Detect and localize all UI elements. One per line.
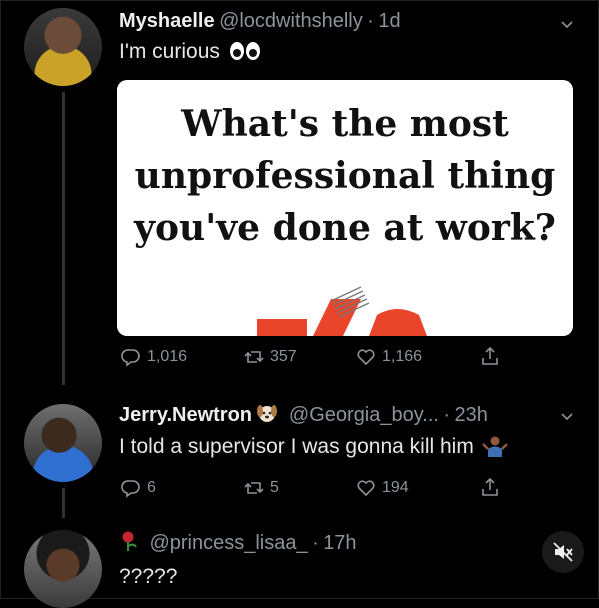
tweet2-header: Jerry.Newtron @Georgia_boy... · 23h <box>119 403 488 427</box>
like-button[interactable]: 194 <box>356 478 409 498</box>
tweet-text: I'm curious <box>119 40 220 63</box>
logo-graphic <box>257 286 427 336</box>
rose-emoji-icon <box>122 531 137 551</box>
username[interactable]: @Georgia_boy... <box>289 404 439 426</box>
chevron-down-icon[interactable] <box>560 18 574 32</box>
card-title: What's the most unprofessional thing you… <box>117 98 573 254</box>
thread-line <box>62 488 65 518</box>
separator: · <box>443 404 451 426</box>
like-icon <box>357 480 375 497</box>
tweet1-header: Myshaelle @locdwithshelly · 1d <box>119 10 401 33</box>
thread-line <box>62 92 65 385</box>
like-button[interactable]: 1,166 <box>356 347 422 367</box>
share-button[interactable] <box>480 477 500 497</box>
reply-icon <box>121 349 140 367</box>
card-title-line: What's the most <box>181 103 509 145</box>
retweet-count: 5 <box>270 479 279 496</box>
like-icon <box>357 349 375 366</box>
card-title-line: unprofessional thing <box>134 155 556 197</box>
retweet-icon <box>244 482 264 494</box>
display-name[interactable]: Jerry.Newtron <box>119 404 252 426</box>
separator: · <box>312 532 319 554</box>
reply-button[interactable]: 1,016 <box>121 347 187 367</box>
retweet-button[interactable]: 5 <box>244 478 279 498</box>
chevron-down-icon[interactable] <box>560 410 574 424</box>
reply-button[interactable]: 6 <box>121 478 156 498</box>
timestamp[interactable]: 1d <box>378 10 400 32</box>
timestamp[interactable]: 17h <box>323 532 356 554</box>
username[interactable]: @locdwithshelly <box>219 10 363 32</box>
mute-button[interactable] <box>542 531 584 573</box>
eyes-emoji-icon <box>230 42 261 60</box>
dog-emoji-icon <box>257 405 278 422</box>
share-icon <box>482 477 498 496</box>
retweet-icon <box>244 351 264 363</box>
reply-icon <box>121 480 140 498</box>
tweet-text: I told a supervisor I was gonna kill him <box>119 435 474 458</box>
like-count: 194 <box>382 479 409 496</box>
avatar-princess-lisaa[interactable] <box>24 530 102 608</box>
timestamp[interactable]: 23h <box>455 404 488 426</box>
card-title-line: you've done at work? <box>134 207 556 249</box>
share-button[interactable] <box>480 346 500 366</box>
retweet-button[interactable]: 357 <box>244 347 297 367</box>
media-card[interactable]: What's the most unprofessional thing you… <box>117 80 573 336</box>
display-name[interactable]: Myshaelle <box>119 10 215 32</box>
avatar-myshaelle[interactable] <box>24 8 102 86</box>
like-count: 1,166 <box>382 348 423 365</box>
person-shrugging-emoji-icon <box>482 436 509 457</box>
tweet3-text-row: ????? <box>119 565 177 589</box>
tweet-text: ????? <box>119 565 178 588</box>
username[interactable]: @princess_lisaa_ <box>149 532 307 554</box>
separator: · <box>367 10 374 32</box>
reply-count: 6 <box>147 479 156 496</box>
mute-icon <box>553 542 573 562</box>
tweet2-text-row: I told a supervisor I was gonna kill him <box>119 435 509 459</box>
tweet3-header: @princess_lisaa_ · 17h <box>119 530 357 555</box>
reply-count: 1,016 <box>147 348 188 365</box>
share-icon <box>482 346 498 365</box>
avatar-jerry-newtron[interactable] <box>24 404 102 482</box>
tweet1-text-row: I'm curious <box>119 40 262 64</box>
retweet-count: 357 <box>270 348 297 365</box>
